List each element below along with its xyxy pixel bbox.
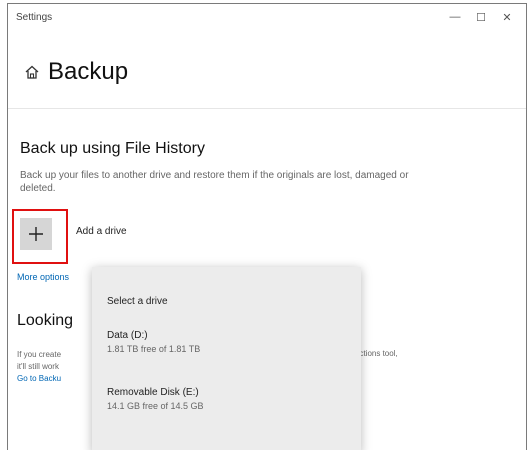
drive-name: Data (D:) [107,330,148,341]
looking-description: If you create it'll still work [17,349,61,373]
page-header: Backup [24,58,128,86]
title-bar: Settings — ☐ ✕ [8,4,526,32]
settings-window: Settings — ☐ ✕ Backup Back up using File… [7,3,527,450]
header-divider [8,108,526,109]
looking-description-line2: it'll still work [17,362,59,371]
home-icon [25,65,39,79]
page-title: Backup [48,58,129,85]
looking-section-title: Looking [17,312,74,329]
window-title: Settings [16,12,53,23]
flyout-title: Select a drive [107,296,168,307]
go-to-backup-link[interactable]: Go to Backu [17,374,61,383]
minimize-button[interactable]: — [442,7,468,27]
drive-name: Removable Disk (E:) [107,387,199,398]
drive-option[interactable]: Data (D:) 1.81 TB free of 1.81 TB [92,320,361,362]
window-controls: — ☐ ✕ [442,7,520,27]
select-drive-flyout: Select a drive Data (D:) 1.81 TB free of… [92,267,361,450]
file-history-title: Back up using File History [20,140,205,157]
file-history-description: Back up your files to another drive and … [20,170,409,194]
add-drive-label[interactable]: Add a drive [76,226,127,237]
looking-description-tail: ections tool, [355,349,398,358]
maximize-button[interactable]: ☐ [468,7,494,27]
drive-free-space: 1.81 TB free of 1.81 TB [107,344,201,354]
drive-free-space: 14.1 GB free of 14.5 GB [107,401,204,411]
close-button[interactable]: ✕ [494,7,520,27]
more-options-link[interactable]: More options [17,272,69,282]
looking-description-line1: If you create [17,350,62,359]
drive-option[interactable]: Removable Disk (E:) 14.1 GB free of 14.5… [92,377,361,419]
add-drive-button[interactable] [20,218,52,250]
plus-icon [29,227,43,241]
